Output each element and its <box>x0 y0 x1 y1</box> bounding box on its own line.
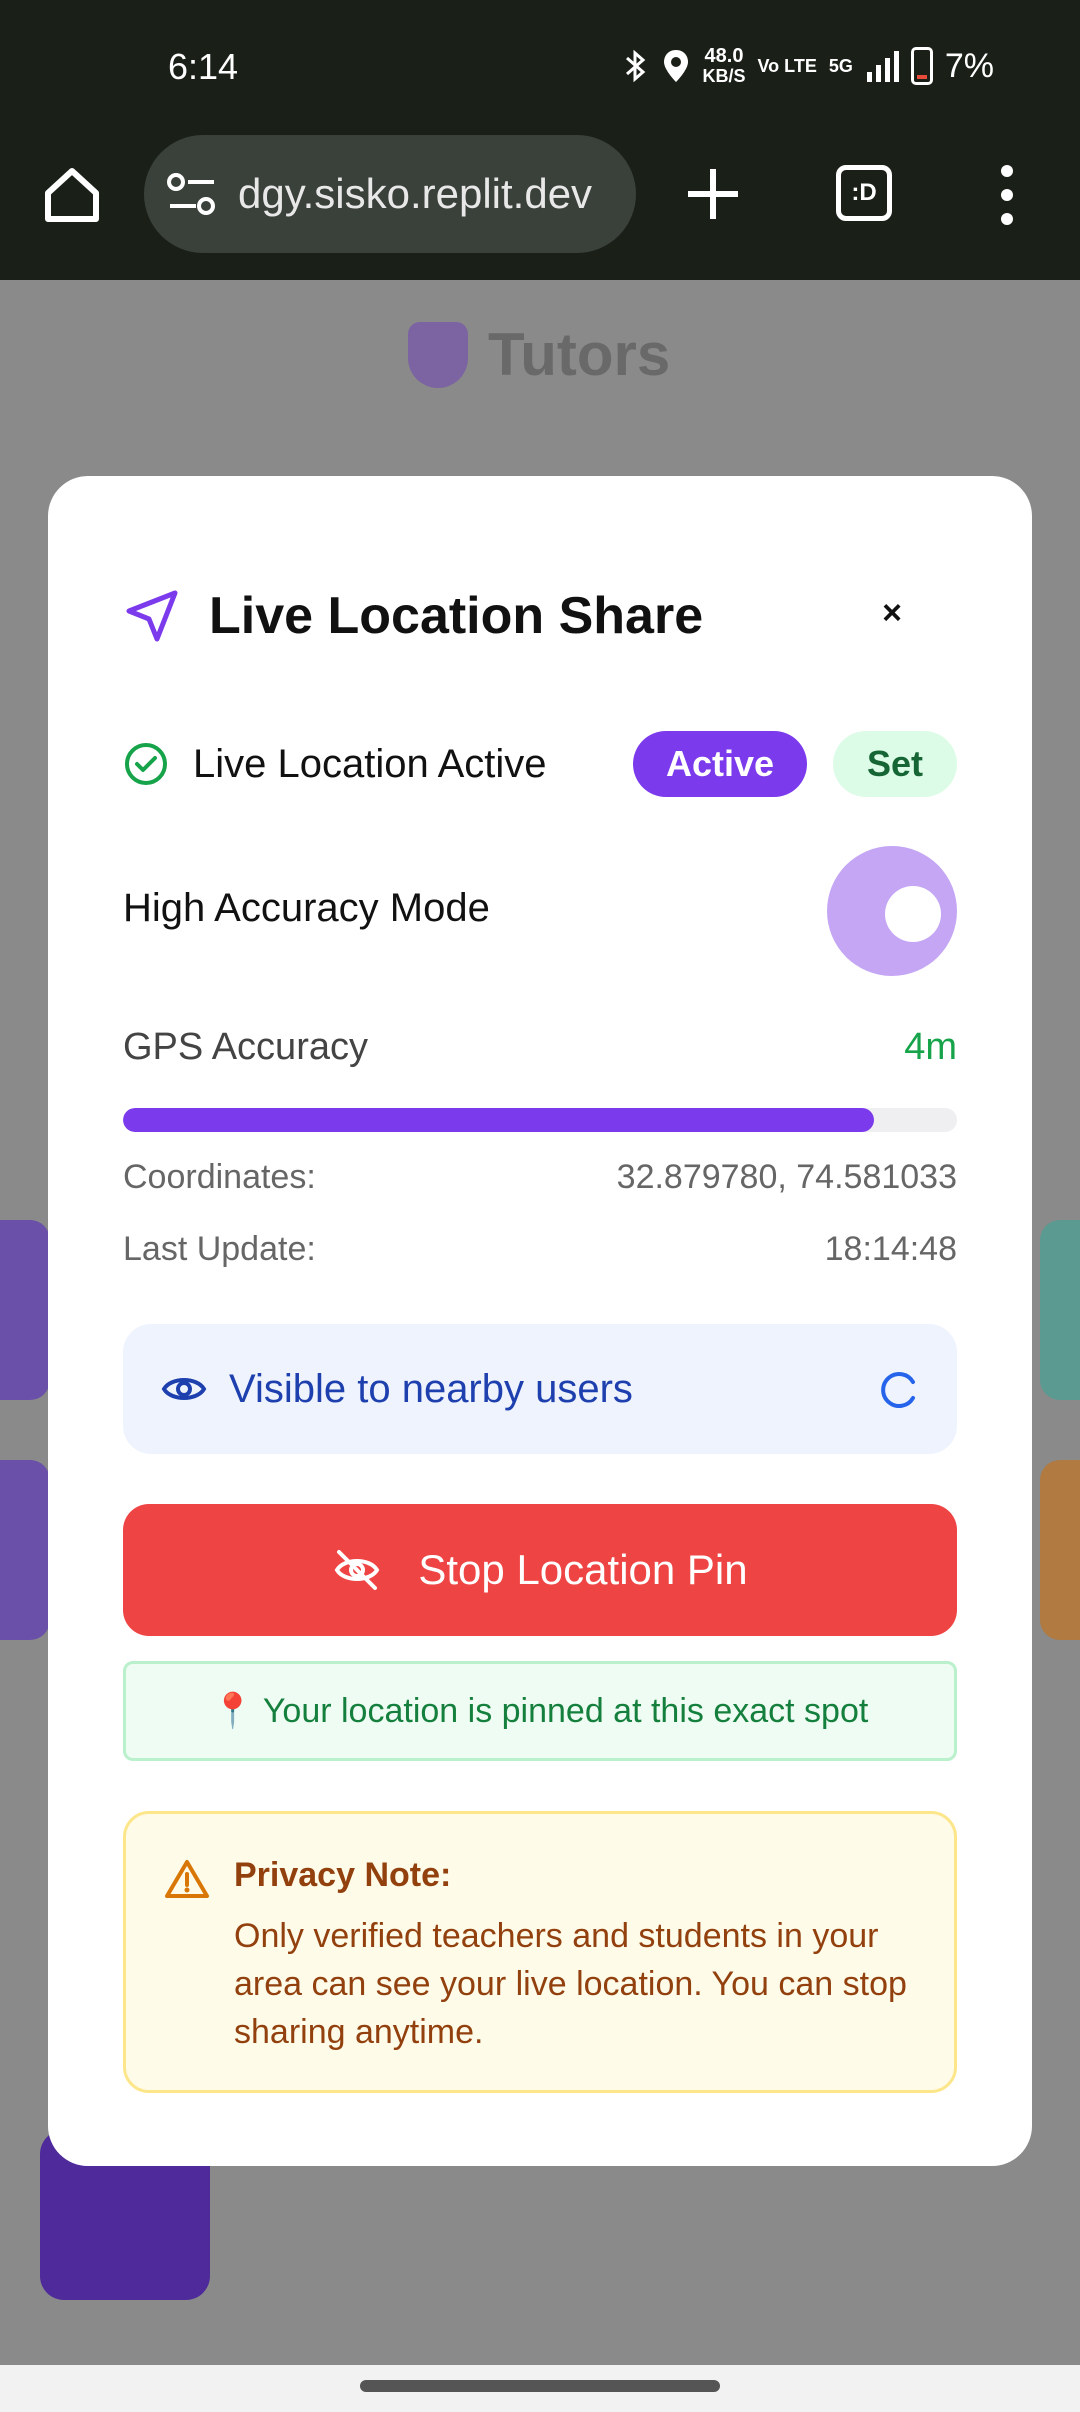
background-card <box>0 1220 50 1400</box>
battery-icon <box>910 47 933 85</box>
net-speed: 48.0 KB/S <box>703 46 746 86</box>
coordinates-value: 32.879780, 74.581033 <box>616 1158 957 1196</box>
status-label: Live Location Active <box>193 741 547 786</box>
coordinates-label: Coordinates: <box>123 1158 316 1196</box>
last-update-value: 18:14:48 <box>824 1230 957 1268</box>
bluetooth-icon <box>625 49 645 83</box>
network-type: 5G <box>828 55 853 76</box>
new-tab-icon[interactable] <box>684 165 742 223</box>
pinned-notice: 📍 Your location is pinned at this exact … <box>123 1661 957 1761</box>
visibility-text: Visible to nearby users <box>229 1366 633 1411</box>
background-brand: Tutors <box>408 320 670 389</box>
browser-toolbar: dgy.sisko.replit.dev :D <box>0 135 1080 280</box>
set-badge: Set <box>832 731 957 797</box>
brand-logo-icon <box>408 321 468 388</box>
last-update-row: Last Update: 18:14:48 <box>123 1230 957 1269</box>
close-button[interactable]: × <box>872 594 912 634</box>
address-bar[interactable]: dgy.sisko.replit.dev <box>144 135 636 253</box>
visibility-status: Visible to nearby users <box>123 1324 957 1454</box>
eye-off-icon <box>335 1550 380 1590</box>
last-update-label: Last Update: <box>123 1230 316 1268</box>
toggle-knob <box>885 886 941 942</box>
modal-header: Live Location Share <box>123 586 703 646</box>
tab-switcher-button[interactable]: :D <box>836 165 892 221</box>
loading-spinner-icon <box>881 1372 915 1408</box>
gps-accuracy-value: 4m <box>904 1026 957 1068</box>
check-circle-icon <box>125 743 167 785</box>
status-time: 6:14 <box>168 46 239 87</box>
privacy-title: Privacy Note: <box>234 1856 452 1894</box>
gesture-area <box>0 2365 1080 2412</box>
status-icons: 48.0 KB/S Vo LTE 5G 7% <box>623 46 994 86</box>
site-settings-icon[interactable] <box>166 172 218 216</box>
privacy-note: Privacy Note: Only verified teachers and… <box>123 1811 957 2093</box>
background-card <box>1040 1220 1080 1400</box>
home-icon[interactable] <box>40 163 104 227</box>
gps-accuracy-bar <box>123 1108 957 1132</box>
background-card <box>0 1460 50 1640</box>
battery-level: 7% <box>944 46 994 85</box>
high-accuracy-row: High Accuracy Mode <box>123 846 957 976</box>
url-text[interactable]: dgy.sisko.replit.dev <box>238 170 592 218</box>
status-bar: 6:14 48.0 KB/S Vo LTE 5G 7% <box>0 0 1080 135</box>
location-status-row: Live Location Active Active Set <box>123 731 957 797</box>
gps-accuracy-label: GPS Accuracy <box>123 1026 368 1068</box>
live-location-modal: Live Location Share × Live Location Acti… <box>48 476 1032 2166</box>
stop-location-pin-button[interactable]: Stop Location Pin <box>123 1504 957 1636</box>
gps-accuracy-fill <box>123 1108 874 1132</box>
location-icon <box>663 50 688 82</box>
warning-icon <box>165 1860 209 1898</box>
volte-icon: Vo LTE <box>757 55 817 76</box>
eye-icon <box>161 1378 207 1400</box>
more-menu-icon[interactable] <box>992 163 1022 227</box>
net-speed-value: 48.0 <box>704 45 744 67</box>
signal-icon <box>866 51 899 82</box>
privacy-body: Only verified teachers and students in y… <box>234 1917 907 2051</box>
modal-title: Live Location Share <box>209 587 704 645</box>
coordinates-row: Coordinates: 32.879780, 74.581033 <box>123 1158 957 1197</box>
background-card <box>1040 1460 1080 1640</box>
high-accuracy-label: High Accuracy Mode <box>123 886 490 930</box>
stop-button-label: Stop Location Pin <box>418 1546 748 1593</box>
background-brand-name: Tutors <box>488 321 671 388</box>
gesture-handle[interactable] <box>360 2380 720 2392</box>
net-speed-unit: KB/S <box>702 66 746 86</box>
active-badge: Active <box>633 731 808 797</box>
navigation-arrow-icon <box>126 590 178 642</box>
gps-accuracy-row: GPS Accuracy 4m <box>123 1026 957 1069</box>
high-accuracy-toggle[interactable] <box>827 846 957 976</box>
